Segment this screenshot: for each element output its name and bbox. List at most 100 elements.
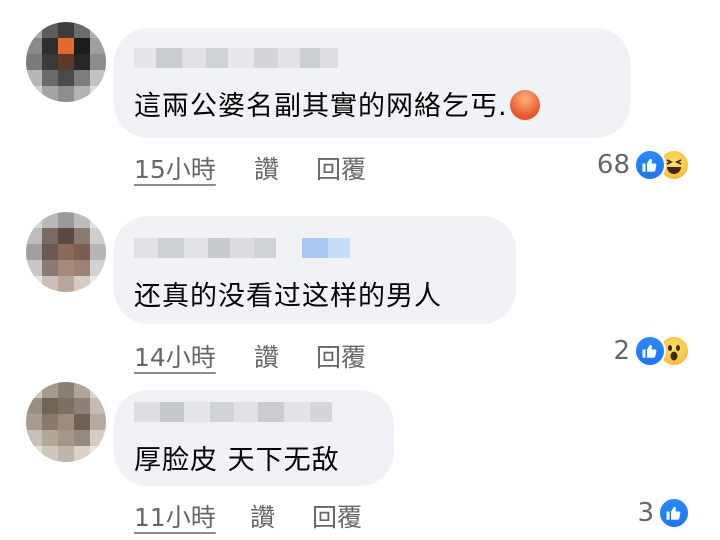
avatar-pixel bbox=[74, 414, 90, 430]
avatar-pixel bbox=[58, 244, 74, 260]
avatar[interactable] bbox=[26, 22, 106, 102]
avatar-pixel bbox=[42, 228, 58, 244]
avatar-pixel bbox=[26, 398, 42, 414]
avatar-pixel bbox=[42, 22, 58, 38]
like-action-button[interactable]: 讚 bbox=[254, 338, 279, 374]
avatar-pixel bbox=[42, 244, 58, 260]
avatar-pixel bbox=[26, 22, 42, 38]
comment-text: 厚脸皮 天下无敌 bbox=[134, 445, 340, 476]
avatar-pixel bbox=[74, 54, 90, 70]
avatar-pixel bbox=[90, 446, 106, 462]
avatar-pixel bbox=[90, 22, 106, 38]
avatar-pixel bbox=[90, 398, 106, 414]
avatar-pixel bbox=[90, 38, 106, 54]
avatar-pixel bbox=[58, 398, 74, 414]
avatar-pixel bbox=[74, 228, 90, 244]
avatar-pixel bbox=[74, 86, 90, 102]
avatar-pixel bbox=[58, 54, 74, 70]
avatar-pixel bbox=[26, 260, 42, 276]
avatar-pixel bbox=[42, 86, 58, 102]
avatar-pixel bbox=[42, 260, 58, 276]
avatar-pixel bbox=[58, 22, 74, 38]
avatar-pixel bbox=[90, 260, 106, 276]
avatar-pixel bbox=[26, 244, 42, 260]
avatar-pixel bbox=[74, 430, 90, 446]
commenter-name-blurred[interactable] bbox=[134, 48, 338, 68]
avatar-pixel bbox=[26, 38, 42, 54]
avatar-pixel bbox=[90, 244, 106, 260]
avatar-pixel bbox=[26, 54, 42, 70]
avatar-pixel bbox=[58, 430, 74, 446]
commenter-name-blurred[interactable] bbox=[134, 238, 350, 258]
comment-text-content: 這兩公婆名副其實的网絡乞丐. bbox=[134, 91, 508, 122]
commenter-name-blurred[interactable] bbox=[134, 402, 332, 422]
avatar-pixel bbox=[26, 430, 42, 446]
angry-emoji-icon bbox=[509, 89, 540, 120]
like-icon bbox=[634, 335, 666, 367]
avatar-pixel bbox=[42, 430, 58, 446]
avatar-pixel bbox=[58, 446, 74, 462]
reply-action-button[interactable]: 回覆 bbox=[312, 498, 362, 534]
avatar-pixel bbox=[58, 86, 74, 102]
reaction-summary[interactable]: 68 bbox=[597, 148, 690, 182]
avatar-pixel bbox=[42, 446, 58, 462]
avatar-pixel bbox=[90, 70, 106, 86]
avatar-pixel bbox=[90, 382, 106, 398]
avatar-pixel bbox=[26, 446, 42, 462]
avatar-pixel bbox=[26, 414, 42, 430]
avatar-pixel bbox=[42, 414, 58, 430]
avatar-pixel bbox=[26, 86, 42, 102]
like-icon bbox=[634, 149, 666, 181]
avatar-pixel bbox=[74, 212, 90, 228]
avatar-pixel bbox=[26, 276, 42, 292]
reaction-count: 68 bbox=[596, 150, 630, 180]
avatar-pixel bbox=[26, 228, 42, 244]
like-action-button[interactable]: 讚 bbox=[250, 498, 275, 534]
avatar-pixel bbox=[74, 38, 90, 54]
reaction-summary[interactable]: 2 bbox=[613, 334, 690, 368]
avatar-pixel bbox=[90, 414, 106, 430]
avatar-pixel bbox=[26, 382, 42, 398]
avatar-pixel bbox=[42, 276, 58, 292]
avatar-pixel bbox=[74, 446, 90, 462]
avatar-pixel bbox=[74, 244, 90, 260]
avatar-pixel bbox=[58, 228, 74, 244]
avatar-pixel bbox=[58, 38, 74, 54]
avatar-pixel bbox=[26, 70, 42, 86]
avatar-pixel bbox=[74, 22, 90, 38]
timestamp-link[interactable]: 11小時 bbox=[134, 498, 216, 534]
avatar-pixel bbox=[74, 70, 90, 86]
avatar-pixel bbox=[26, 212, 42, 228]
reaction-count: 2 bbox=[613, 336, 630, 366]
avatar[interactable] bbox=[26, 212, 106, 292]
comment-text: 這兩公婆名副其實的网絡乞丐. bbox=[134, 84, 540, 123]
avatar-pixel bbox=[58, 260, 74, 276]
avatar-pixel bbox=[42, 54, 58, 70]
avatar-pixel bbox=[90, 228, 106, 244]
timestamp-link[interactable]: 14小時 bbox=[134, 338, 216, 374]
like-icon bbox=[658, 497, 690, 529]
reply-action-button[interactable]: 回覆 bbox=[316, 150, 366, 186]
avatar-pixel bbox=[58, 414, 74, 430]
avatar-pixel bbox=[58, 212, 74, 228]
avatar-pixel bbox=[74, 398, 90, 414]
reaction-summary[interactable]: 3 bbox=[637, 496, 690, 530]
avatar-pixel bbox=[42, 212, 58, 228]
like-action-button[interactable]: 讚 bbox=[254, 150, 279, 186]
reply-action-button[interactable]: 回覆 bbox=[316, 338, 366, 374]
avatar-pixel bbox=[58, 70, 74, 86]
avatar-pixel bbox=[90, 276, 106, 292]
comment-bubble: 厚脸皮 天下无敌 bbox=[114, 390, 394, 486]
avatar-pixel bbox=[42, 382, 58, 398]
avatar-pixel bbox=[58, 382, 74, 398]
avatar-pixel bbox=[42, 70, 58, 86]
avatar-pixel bbox=[74, 382, 90, 398]
comment-bubble: 还真的没看过这样的男人 bbox=[114, 216, 516, 324]
avatar[interactable] bbox=[26, 382, 106, 462]
timestamp-link[interactable]: 15小時 bbox=[134, 150, 216, 186]
reaction-count: 3 bbox=[637, 498, 654, 528]
avatar-pixel bbox=[74, 260, 90, 276]
avatar-pixel bbox=[90, 54, 106, 70]
avatar-pixel bbox=[42, 38, 58, 54]
avatar-pixel bbox=[58, 276, 74, 292]
